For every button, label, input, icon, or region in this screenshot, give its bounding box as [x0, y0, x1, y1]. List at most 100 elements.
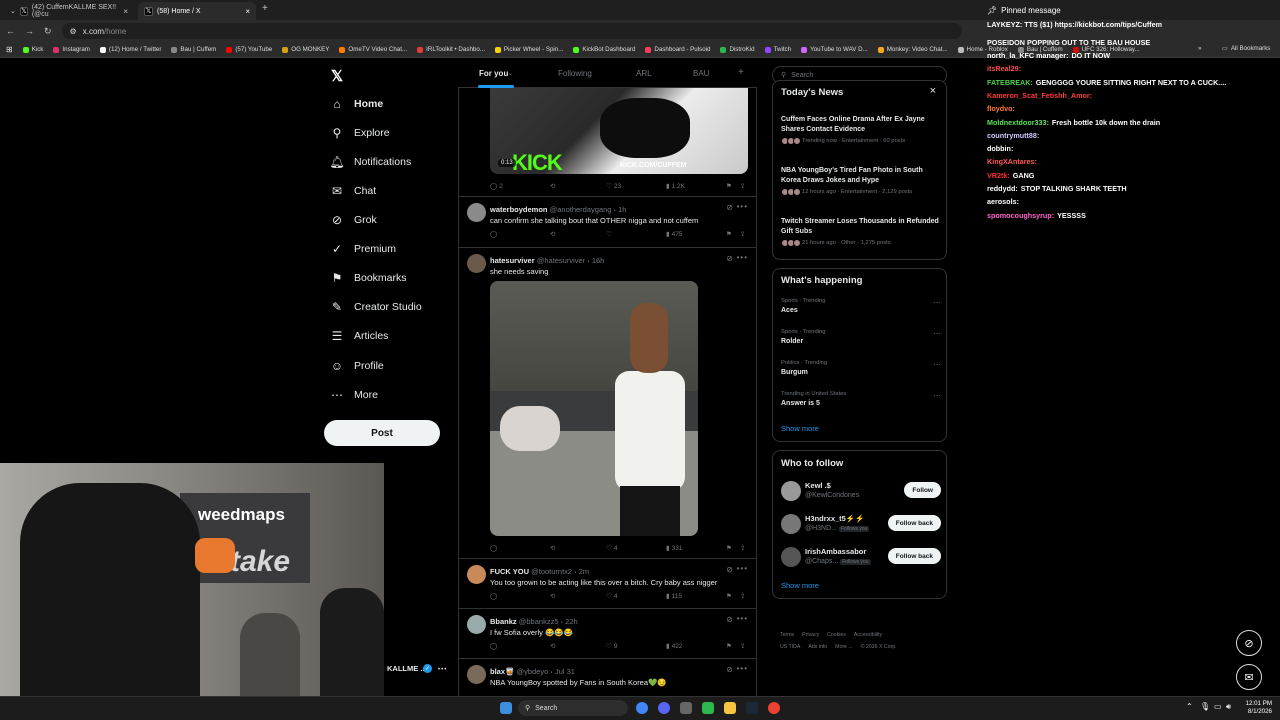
- chat-username[interactable]: Kameron_Scat_Fetishh_Amor:: [987, 91, 1092, 100]
- repost-button[interactable]: ⟲: [550, 544, 606, 552]
- trend-item[interactable]: Sports · Trending Aces ⋯: [781, 298, 941, 314]
- tweet[interactable]: FUCK YOU @tooturntx2 · 2m ⊘ ••• You too gro…: [459, 559, 756, 609]
- share-icon[interactable]: ⇪: [740, 544, 745, 552]
- bookmark-icon[interactable]: ⚑: [726, 230, 740, 238]
- views-button[interactable]: ▮ 115: [666, 592, 726, 601]
- tweet-timestamp[interactable]: 1h: [618, 205, 626, 214]
- views-button[interactable]: ▮ 331: [666, 544, 726, 553]
- discord-taskbar-icon[interactable]: [658, 702, 670, 714]
- tweet[interactable]: blax🥃 @ybdeyo · Jul 31 ⊘ ••• NBA YoungBoy s…: [459, 659, 756, 699]
- tweet-photo[interactable]: [490, 281, 698, 536]
- more-options-icon[interactable]: ⋯: [933, 298, 941, 307]
- chat-username[interactable]: reddydd:: [987, 184, 1018, 193]
- repost-button[interactable]: ⟲: [550, 642, 606, 650]
- avatar[interactable]: [467, 665, 486, 684]
- bookmark-item[interactable]: OmeTV Video Chat...: [339, 46, 407, 53]
- share-icon[interactable]: ⇪: [740, 230, 745, 238]
- footer-link[interactable]: Cookies: [827, 632, 846, 638]
- tweet[interactable]: Bbankz @bbankzz5 · 22h ⊘ ••• I fw Sofia ove…: [459, 609, 756, 659]
- chat-username[interactable]: countrymutt88:: [987, 131, 1039, 140]
- account-switcher-name[interactable]: KALLME ...: [387, 664, 427, 673]
- nav-item-grok[interactable]: ⊘ Grok: [330, 213, 377, 227]
- author-name[interactable]: hatesurviver: [490, 256, 535, 265]
- post-button[interactable]: Post: [324, 420, 440, 446]
- repost-button[interactable]: ⟲: [550, 592, 606, 600]
- nav-item-chat[interactable]: ✉ Chat: [330, 184, 376, 198]
- more-options-icon[interactable]: •••: [737, 202, 748, 211]
- grok-icon[interactable]: ⊘: [726, 203, 734, 212]
- author-name[interactable]: FUCK YOU: [490, 567, 529, 576]
- follow-button[interactable]: Follow: [904, 482, 941, 498]
- network-icon[interactable]: ▭: [1214, 702, 1222, 711]
- add-tab-icon[interactable]: +: [738, 67, 744, 78]
- forward-icon[interactable]: →: [25, 26, 34, 36]
- views-button[interactable]: ▮ 475: [666, 230, 726, 239]
- chat-username[interactable]: dobbin:: [987, 144, 1013, 153]
- author-name[interactable]: waterboydemon: [490, 205, 548, 214]
- follow-button[interactable]: Follow back: [887, 515, 941, 531]
- address-bar[interactable]: ⚙ x.com/home: [61, 23, 962, 39]
- author-handle[interactable]: @ybdeyo: [516, 667, 548, 676]
- bookmark-item[interactable]: IRLToolkit • Dashbo...: [417, 46, 485, 53]
- bookmark-item[interactable]: Kick: [22, 46, 43, 53]
- tweet[interactable]: waterboydemon @anotherdaygang · 1h ⊘ ••• ca…: [459, 197, 756, 248]
- nav-item-premium[interactable]: ✓ Premium: [330, 242, 396, 256]
- grok-floating-button[interactable]: ⊘: [1236, 630, 1262, 656]
- repost-button[interactable]: ⟲: [550, 230, 606, 238]
- show-more-follow-link[interactable]: Show more: [781, 581, 819, 590]
- windows-start-icon[interactable]: [500, 702, 512, 714]
- chat-username[interactable]: aerosols:: [987, 197, 1019, 206]
- bookmark-item[interactable]: (57) YouTube: [226, 46, 272, 53]
- bookmark-item[interactable]: (12) Home / Twitter: [99, 46, 161, 53]
- chat-username[interactable]: north_la_KFC manager:: [987, 51, 1068, 60]
- bookmark-item[interactable]: DistroKid: [720, 46, 755, 53]
- reply-button[interactable]: ◯: [490, 544, 550, 552]
- bookmark-icon[interactable]: ⚑: [726, 182, 740, 190]
- avatar[interactable]: [467, 615, 486, 634]
- chat-username[interactable]: floydvo:: [987, 104, 1015, 113]
- chat-username[interactable]: spomocoughsyrup:: [987, 211, 1054, 220]
- author-name[interactable]: Bbankz: [490, 617, 517, 626]
- follow-suggestion[interactable]: Kewl .$ @KewlCondones Follow: [781, 479, 941, 505]
- nav-item-home[interactable]: ⌂ Home: [330, 97, 383, 111]
- nav-item-creator-studio[interactable]: ✎ Creator Studio: [330, 300, 422, 314]
- like-button[interactable]: ♡ 9: [606, 642, 666, 651]
- bookmark-item[interactable]: Bau | Cuffem: [171, 46, 216, 53]
- grok-icon[interactable]: ⊘: [726, 254, 734, 263]
- share-icon[interactable]: ⇪: [740, 182, 745, 190]
- trend-item[interactable]: Politics · Trending Burgum ⋯: [781, 360, 941, 376]
- follow-suggestion[interactable]: H3ndrxx_t5⚡⚡ @H3ND... Follows you Follow ba…: [781, 512, 941, 538]
- more-options-icon[interactable]: ⋯: [933, 391, 941, 400]
- messages-floating-button[interactable]: ✉: [1236, 664, 1262, 690]
- avatar[interactable]: [467, 203, 486, 222]
- more-options-icon[interactable]: •••: [737, 614, 748, 623]
- grok-icon[interactable]: ⊘: [726, 665, 734, 674]
- nav-item-profile[interactable]: ☺ Profile: [330, 359, 384, 373]
- author-name[interactable]: blax🥃: [490, 667, 514, 676]
- back-icon[interactable]: ←: [6, 26, 15, 36]
- bookmark-icon[interactable]: ⚑: [726, 544, 740, 552]
- browser-tab-kick[interactable]: ⌄ 𝕏 (42) CuffemKALLME SEX!! (@cu ×: [4, 2, 134, 20]
- more-options-icon[interactable]: ⋯: [933, 329, 941, 338]
- bookmark-item[interactable]: Instagram: [53, 46, 90, 53]
- x-logo-icon[interactable]: 𝕏: [331, 67, 343, 85]
- grok-icon[interactable]: ⊘: [726, 565, 734, 574]
- steam-taskbar-icon[interactable]: [746, 702, 758, 714]
- chevron-down-icon[interactable]: ⌄: [508, 70, 513, 77]
- like-button[interactable]: ♡ 4: [606, 592, 666, 601]
- reply-button[interactable]: ◯: [490, 592, 550, 600]
- bookmark-item[interactable]: Picker Wheel - Spin...: [494, 46, 563, 53]
- footer-link[interactable]: Accessibility: [854, 632, 882, 638]
- tweet-timestamp[interactable]: 2m: [579, 567, 589, 576]
- mic-icon[interactable]: 🎙︎: [1200, 702, 1210, 711]
- reply-button[interactable]: ◯ 2: [490, 182, 550, 191]
- bookmark-item[interactable]: OG MONKEY: [282, 46, 329, 53]
- follow-button[interactable]: Follow back: [887, 548, 941, 564]
- reply-button[interactable]: ◯: [490, 230, 550, 238]
- tab-menu-chevron-icon[interactable]: ⌄: [10, 7, 16, 15]
- repost-button[interactable]: ⟲: [550, 182, 606, 190]
- views-button[interactable]: ▮ 422: [666, 642, 726, 651]
- footer-link[interactable]: US TIDA: [780, 644, 800, 650]
- author-handle[interactable]: @anotherdaygang: [550, 205, 612, 214]
- news-item[interactable]: Cuffem Faces Online Drama After Ex Jayne…: [781, 115, 941, 145]
